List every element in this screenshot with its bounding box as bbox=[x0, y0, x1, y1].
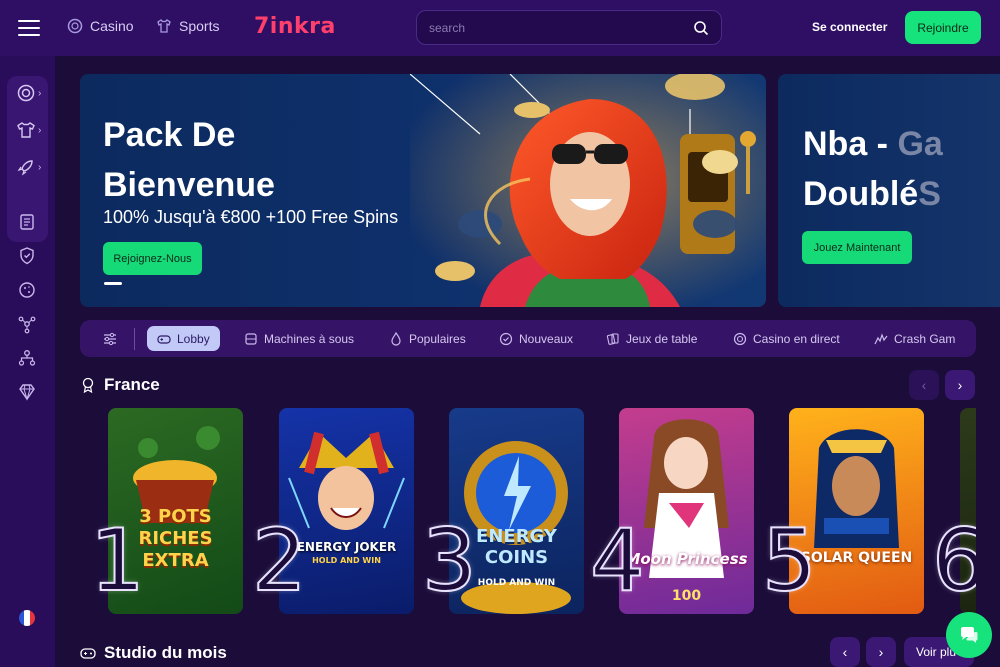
game-card-3[interactable]: ENERGY COINS HOLD AND WIN 3 bbox=[421, 408, 590, 614]
banner-title: Pack De Bienvenue bbox=[103, 116, 275, 204]
banner-subtitle: 100% Jusqu'à €800 +100 Free Spins bbox=[103, 207, 399, 227]
chat-button[interactable] bbox=[946, 612, 992, 658]
game-card-1[interactable]: 3 POTS RICHES EXTRA 1 bbox=[89, 408, 250, 614]
nav-casino[interactable]: Casino bbox=[67, 18, 134, 34]
sidebar: › › › bbox=[0, 56, 55, 667]
search-box[interactable] bbox=[416, 10, 722, 45]
game-rank: 4 bbox=[589, 511, 646, 611]
game-card-5[interactable]: SOLAR QUEEN 5 bbox=[761, 408, 930, 614]
game-rank: 1 bbox=[89, 511, 146, 611]
tab-populaires[interactable]: Populaires bbox=[389, 326, 466, 351]
play-now-button[interactable]: Jouez Maintenant bbox=[802, 231, 912, 264]
studio-next-button[interactable]: › bbox=[866, 637, 896, 667]
crash-icon bbox=[874, 332, 888, 344]
live-chip-icon bbox=[733, 332, 747, 345]
banner-nba-title: Nba - Ga DoubléS bbox=[803, 119, 943, 219]
promo-banner-welcome[interactable]: Pack De Bienvenue 100% Jusqu'à €800 +100… bbox=[80, 74, 766, 307]
jersey-icon bbox=[157, 19, 171, 33]
carousel-next-button[interactable]: › bbox=[945, 370, 975, 400]
menu-hamburger-icon[interactable] bbox=[18, 20, 40, 36]
tab-nouveaux-label: Nouveaux bbox=[519, 331, 574, 346]
tab-lobby[interactable]: Lobby bbox=[147, 326, 220, 351]
banner-nba-title-a: Nba - bbox=[803, 125, 898, 163]
brand-logo[interactable]: 7inkra bbox=[254, 14, 336, 39]
tab-casino-en-direct[interactable]: Casino en direct bbox=[733, 326, 840, 351]
sidebar-item-help[interactable]: › bbox=[16, 81, 46, 105]
lifebuoy-icon bbox=[17, 84, 35, 102]
badge-check-icon bbox=[499, 332, 513, 345]
tab-jeux-de-table[interactable]: Jeux de table bbox=[606, 326, 697, 351]
tab-machines-label: Machines à sous bbox=[264, 331, 355, 346]
chevron-right-icon: › bbox=[38, 87, 42, 99]
studio-prev-button[interactable]: ‹ bbox=[830, 637, 860, 667]
search-input[interactable] bbox=[429, 20, 693, 35]
shield-icon[interactable] bbox=[17, 246, 37, 266]
tab-crash-label: Crash Gam bbox=[894, 331, 956, 346]
network-icon[interactable] bbox=[17, 314, 37, 334]
document-icon[interactable] bbox=[17, 212, 37, 232]
award-icon bbox=[82, 377, 94, 393]
join-now-button[interactable]: Rejoignez-Nous bbox=[103, 242, 202, 275]
game-rank: 2 bbox=[251, 511, 308, 611]
diamond-icon[interactable] bbox=[17, 382, 37, 402]
game-rank: 5 bbox=[761, 511, 818, 611]
search-icon[interactable] bbox=[693, 20, 709, 36]
nav-sports[interactable]: Sports bbox=[156, 18, 219, 34]
game-card-6[interactable]: 6 bbox=[930, 408, 976, 614]
tab-machines-a-sous[interactable]: Machines à sous bbox=[244, 326, 354, 351]
language-flag-fr[interactable] bbox=[19, 610, 35, 626]
nav-casino-label: Casino bbox=[90, 18, 134, 34]
chevron-right-icon: › bbox=[38, 161, 42, 173]
banner-nba-title-fade: Ga bbox=[897, 125, 943, 163]
rocket-icon bbox=[17, 160, 33, 176]
jersey-icon bbox=[17, 122, 35, 138]
tab-lobby-label: Lobby bbox=[177, 331, 210, 346]
top-bar: Casino Sports 7inkra Se connecter Rejoin… bbox=[0, 0, 1000, 56]
tab-jeux-de-table-label: Jeux de table bbox=[626, 331, 698, 346]
divider bbox=[134, 328, 135, 350]
category-bar: Lobby Machines à sous Populaires Nouveau… bbox=[80, 320, 976, 357]
casino-chip-icon bbox=[67, 18, 83, 34]
carousel-prev-button[interactable]: ‹ bbox=[909, 370, 939, 400]
slot-icon bbox=[245, 332, 257, 345]
tab-casino-en-direct-label: Casino en direct bbox=[753, 331, 840, 346]
tab-crash-games[interactable]: Crash Gam bbox=[874, 326, 955, 351]
section-france-header: France bbox=[80, 375, 160, 395]
join-button[interactable]: Rejoindre bbox=[905, 11, 981, 44]
section-studio-header: Studio du mois bbox=[80, 643, 227, 663]
cookie-icon[interactable] bbox=[17, 280, 37, 300]
banner-nba-title-b-fade: S bbox=[918, 175, 941, 213]
hero-illustration bbox=[410, 74, 766, 307]
section-studio-title: Studio du mois bbox=[104, 643, 227, 662]
promo-banner-nba[interactable]: Nba - Ga DoubléS Jouez Maintenant bbox=[778, 74, 1000, 307]
tab-nouveaux[interactable]: Nouveaux bbox=[499, 326, 573, 351]
chevron-right-icon: › bbox=[38, 124, 42, 136]
game-card-4[interactable]: Moon Princess 100 4 bbox=[589, 408, 760, 614]
game-rank: 6 bbox=[931, 511, 976, 611]
cards-icon bbox=[606, 332, 619, 345]
sidebar-item-crash[interactable]: › bbox=[16, 155, 46, 179]
gamepad-icon bbox=[80, 648, 96, 659]
chat-bubble-icon bbox=[961, 627, 978, 643]
login-link[interactable]: Se connecter bbox=[812, 20, 887, 34]
nav-sports-label: Sports bbox=[179, 18, 220, 34]
flame-icon bbox=[391, 331, 401, 346]
sidebar-item-sports[interactable]: › bbox=[16, 118, 46, 142]
section-france-title: France bbox=[104, 375, 160, 394]
hierarchy-icon[interactable] bbox=[17, 348, 37, 368]
gamepad-icon bbox=[157, 334, 171, 344]
game-card-2[interactable]: ENERGY JOKER HOLD AND WIN 2 bbox=[251, 408, 420, 614]
banner-nba-title-b: Doublé bbox=[803, 175, 919, 213]
carousel-indicator[interactable] bbox=[104, 282, 122, 285]
filter-sliders-icon[interactable] bbox=[102, 331, 118, 347]
game-rank: 3 bbox=[421, 511, 478, 611]
tab-populaires-label: Populaires bbox=[409, 331, 466, 346]
